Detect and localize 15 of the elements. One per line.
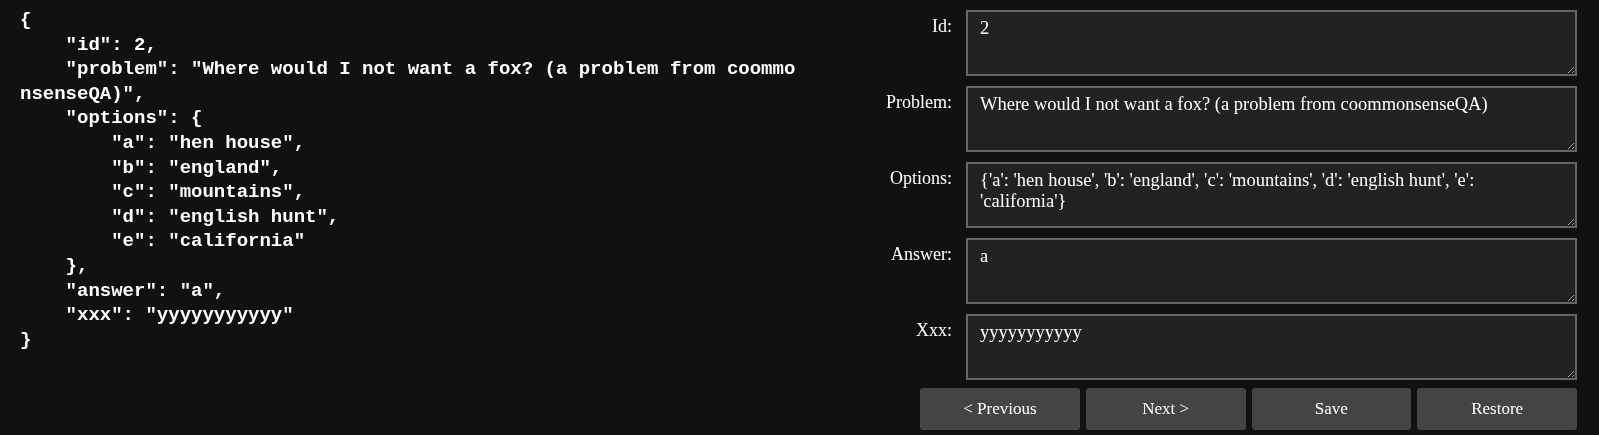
field-label: Xxx: [915, 319, 952, 342]
field-label: Id: [931, 15, 952, 38]
text-area[interactable]: yyyyyyyyyyy [966, 314, 1577, 380]
text-area[interactable]: Where would I not want a fox? (a problem from coommonsenseQA) [966, 86, 1577, 152]
text-area[interactable]: 2 [966, 10, 1577, 76]
action-button[interactable]: < Previous [920, 388, 1080, 430]
text-area[interactable]: a [966, 238, 1577, 304]
field-label: Answer: [890, 243, 952, 266]
text-area[interactable]: {'a': 'hen house', 'b': 'england', 'c': 'mountains', 'd': 'english hunt', 'e': 'california'} [966, 162, 1577, 228]
action-button[interactable]: Next > [1085, 388, 1246, 430]
field-label: Options: [889, 167, 952, 190]
field-label: Problem: [885, 91, 952, 114]
action-button[interactable]: Restore [1417, 388, 1577, 430]
action-button[interactable]: Save [1251, 388, 1412, 430]
json-code-text: { "id": 2, "problem": "Where would I not want a fox? (a problem from coommonsenseQA)", "options": { "a": "hen house", "b": "england", "c": "mountains", "d": "english hunt", "e": "california" }, "answer": "a", "xxx": "yyyyyyyyyyy" } [20, 8, 796, 353]
